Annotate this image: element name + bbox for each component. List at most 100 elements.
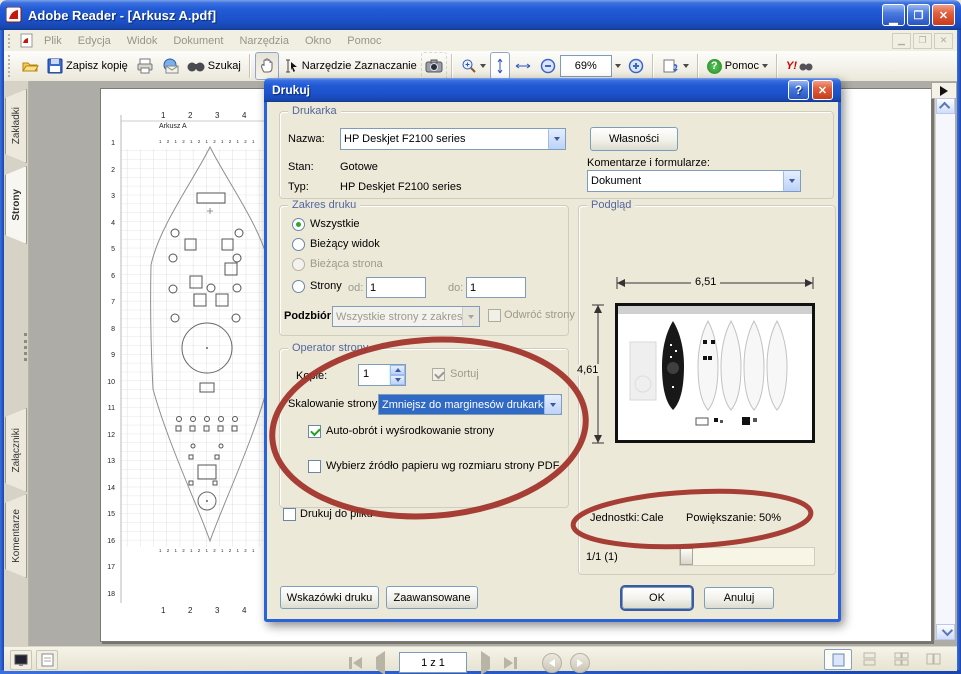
tab-komentarze[interactable]: Komentarze [5,494,27,578]
radio-all-pages-label: Wszystkie [310,218,360,230]
page-number-box[interactable]: 1 z 1 [399,652,467,673]
copies-stepper[interactable]: 1 [358,364,406,386]
svg-text:1: 1 [111,140,115,147]
svg-text:7: 7 [111,299,115,306]
zoom-in-button[interactable] [624,52,648,80]
vertical-scrollbar[interactable] [935,98,955,640]
menu-pomoc[interactable]: Pomoc [339,35,389,47]
copies-label: Kopie: [296,370,327,382]
advanced-button[interactable]: Zaawansowane [386,586,478,609]
pages-from-label: od: [348,282,363,294]
printing-tips-button[interactable]: Wskazówki druku [280,586,379,609]
open-button[interactable] [17,52,43,80]
print-range-group: Zakres druku Wszystkie Bieżący widok Bie… [279,205,569,336]
page-scaling-select[interactable]: Zmniejsz do marginesów drukarki [378,394,562,415]
svg-text:15: 15 [107,511,115,518]
search-label: Szukaj [208,60,241,72]
properties-button[interactable]: Własności [590,127,678,151]
menu-narzedzia[interactable]: Narzędzia [231,35,297,47]
help-button[interactable]: ? Pomoc [703,52,772,80]
slider-thumb[interactable] [680,548,693,565]
tab-zakladki[interactable]: Zakładki [5,89,27,163]
radio-pages[interactable] [292,280,305,293]
yahoo-search-button[interactable]: Y! [782,52,817,80]
subset-select: Wszystkie strony z zakresu [332,306,480,327]
page-scaling-value: Zmniejsz do marginesów drukarki [379,399,544,411]
preview-page-slider[interactable] [679,547,815,566]
printer-group-title: Drukarka [288,105,341,117]
ok-button[interactable]: OK [622,587,692,609]
menu-widok[interactable]: Widok [119,35,166,47]
previous-view-button[interactable] [542,653,562,673]
comments-forms-label: Komentarze i formularze: [587,157,710,169]
continuous-layout-button[interactable] [856,649,882,668]
reverse-pages-label: Odwróć strony [504,309,575,321]
menubar-grip[interactable] [8,34,13,48]
floppy-disk-icon [47,58,63,74]
hand-tool-button[interactable] [255,52,279,80]
fit-width-button[interactable] [510,52,536,80]
autorotate-checkbox[interactable] [308,425,321,438]
reverse-pages-checkbox [488,309,501,322]
tab-strony[interactable]: Strony [5,166,27,244]
pages-from-input[interactable] [366,277,426,298]
hide-panel-arrow-button[interactable] [931,82,957,99]
svg-text:3: 3 [111,193,115,200]
snapshot-button[interactable] [421,52,447,80]
zoom-out-button[interactable] [536,52,560,80]
tab-zalaczniki[interactable]: Załączniki [5,408,27,492]
pages-to-input[interactable] [466,277,526,298]
toolbar-separator [652,54,654,78]
scroll-up-button[interactable] [936,98,955,114]
page-display-button[interactable] [658,52,693,80]
copies-up-button[interactable] [390,365,405,375]
zoom-chevron-down-icon[interactable] [615,64,621,68]
print-to-file-checkbox[interactable] [283,508,296,521]
page-navigation: 1 z 1 [348,652,590,673]
panel-splitter-handle[interactable] [24,333,31,361]
cancel-button[interactable]: Anuluj [704,587,774,609]
copies-down-button[interactable] [390,375,405,385]
svg-text:2: 2 [111,167,115,174]
printer-name-select[interactable]: HP Deskjet F2100 series [340,128,566,150]
fit-page-button[interactable] [490,52,510,80]
menu-dokument[interactable]: Dokument [165,35,231,47]
paper-source-checkbox[interactable] [308,460,321,473]
menu-edycja[interactable]: Edycja [70,35,119,47]
menu-okno[interactable]: Okno [297,35,339,47]
search-button[interactable]: Szukaj [183,52,245,80]
minimize-button[interactable]: ▁ [882,4,905,26]
first-page-button[interactable] [348,657,362,669]
print-button[interactable] [132,52,158,80]
page-size-button[interactable] [36,650,58,670]
dialog-help-button[interactable]: ? [788,80,809,100]
maximize-button[interactable]: ❐ [907,4,930,26]
last-page-button[interactable] [504,657,518,669]
comments-forms-select[interactable]: Dokument [587,170,801,192]
adobe-reader-icon [6,7,22,23]
save-copy-button[interactable]: Zapisz kopię [43,52,132,80]
select-tool-button[interactable]: Narzędzie Zaznaczanie [279,52,421,80]
svg-text:4: 4 [111,220,115,227]
toolbar-grip[interactable] [8,55,13,77]
dialog-close-button[interactable]: ✕ [812,80,833,100]
chevron-up-icon [938,102,949,113]
facing-layout-button[interactable] [920,649,946,668]
next-view-button[interactable] [570,653,590,673]
radio-current-view[interactable] [292,238,305,251]
radio-all-pages[interactable] [292,218,305,231]
next-page-button[interactable] [481,657,490,669]
printer-name-value: HP Deskjet F2100 series [341,133,468,145]
menu-plik[interactable]: Plik [36,35,70,47]
continuous-facing-layout-button[interactable] [888,649,914,668]
close-button[interactable]: ✕ [932,4,955,26]
email-button[interactable] [158,52,183,80]
zoom-tool-button[interactable] [457,52,490,80]
fullscreen-view-button[interactable] [10,650,32,670]
single-page-layout-button[interactable] [824,649,852,670]
scroll-down-button[interactable] [936,624,955,640]
previous-page-button[interactable] [376,657,385,669]
zoom-level-input[interactable] [560,55,612,77]
page-number-value: 1 z 1 [421,657,445,669]
ibeam-cursor-icon [283,58,299,74]
